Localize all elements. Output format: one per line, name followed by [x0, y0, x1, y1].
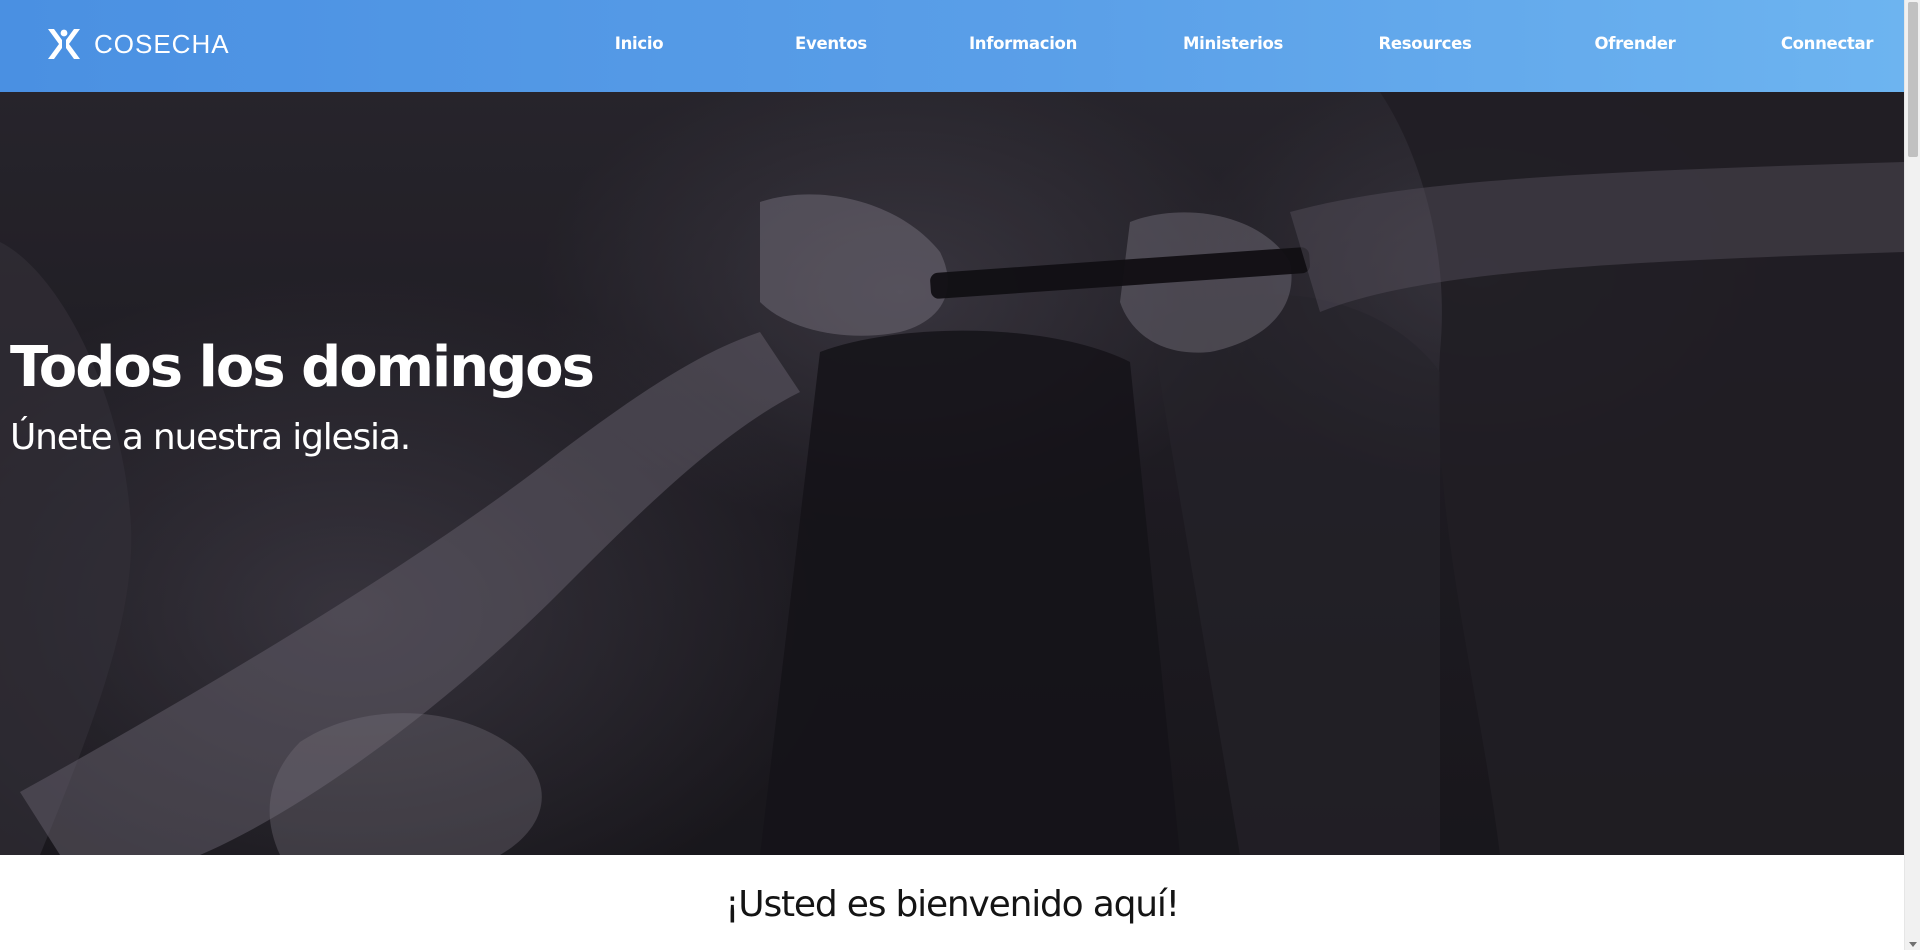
- brand-home-link[interactable]: COSECHA: [46, 24, 230, 64]
- hero-subtitle: Únete a nuestra iglesia.: [10, 417, 411, 458]
- cosecha-logo-icon: [48, 29, 80, 59]
- nav-link-connectar[interactable]: Connectar: [1781, 34, 1874, 53]
- nav-link-eventos[interactable]: Eventos: [795, 34, 867, 53]
- hero-background-photo: [0, 92, 1904, 855]
- top-navbar: COSECHA Inicio Eventos Informacion Minis…: [0, 0, 1904, 92]
- nav-link-ministerios[interactable]: Ministerios: [1183, 34, 1283, 53]
- nav-link-informacion[interactable]: Informacion: [969, 34, 1077, 53]
- nav-link-resources[interactable]: Resources: [1378, 34, 1471, 53]
- hero-title: Todos los domingos: [10, 335, 595, 400]
- scroll-down-arrow-icon[interactable]: [1909, 942, 1917, 947]
- vertical-scrollbar[interactable]: [1904, 0, 1920, 950]
- scrollbar-thumb[interactable]: [1908, 2, 1918, 157]
- nav-link-ofrender[interactable]: Ofrender: [1594, 34, 1675, 53]
- hero-section: Todos los domingos Únete a nuestra igles…: [0, 92, 1904, 855]
- brand-name: COSECHA: [94, 28, 230, 59]
- page: COSECHA Inicio Eventos Informacion Minis…: [0, 0, 1920, 950]
- welcome-heading: ¡Usted es bienvenido aquí!: [725, 884, 1180, 925]
- nav-link-inicio[interactable]: Inicio: [615, 34, 664, 53]
- welcome-section: ¡Usted es bienvenido aquí!: [0, 855, 1904, 950]
